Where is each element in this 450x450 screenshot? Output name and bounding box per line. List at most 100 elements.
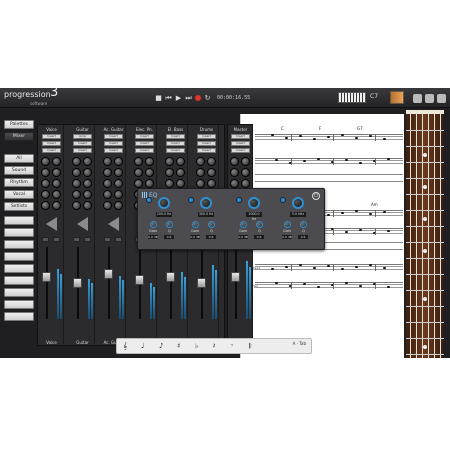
gain-knob[interactable] <box>192 221 199 228</box>
record-button[interactable] <box>195 95 201 101</box>
palette-symbol[interactable]: ♯ <box>177 342 180 350</box>
send-knob[interactable] <box>176 179 185 188</box>
left-panel-slot[interactable] <box>4 264 34 273</box>
left-panel-button[interactable]: Palettes <box>4 120 34 129</box>
mixer-toggle-icon[interactable] <box>413 93 422 103</box>
send-knob[interactable] <box>176 157 185 166</box>
send-knob[interactable] <box>145 157 154 166</box>
power-icon[interactable]: ⏻ <box>312 192 320 200</box>
left-panel-slot[interactable] <box>4 228 34 237</box>
send-knob[interactable] <box>230 179 239 188</box>
q-knob[interactable] <box>300 221 307 228</box>
send-knob[interactable] <box>134 168 143 177</box>
palette-symbol[interactable]: ♩ <box>141 342 144 350</box>
left-panel-button[interactable]: Sound <box>4 166 34 175</box>
send-knob[interactable] <box>207 179 216 188</box>
q-knob[interactable] <box>256 221 263 228</box>
filter-type-icon[interactable] <box>280 197 286 203</box>
guitar-fretboard[interactable] <box>405 110 444 358</box>
insert-slot[interactable]: Insert <box>135 141 154 146</box>
send-knob[interactable] <box>165 168 174 177</box>
left-panel-slot[interactable] <box>4 300 34 309</box>
insert-slot[interactable]: Insert <box>42 134 61 139</box>
rewind-icon[interactable]: ⏮ <box>165 94 172 102</box>
send-knob[interactable] <box>207 157 216 166</box>
send-knob[interactable] <box>103 157 112 166</box>
insert-slot[interactable]: Insert <box>231 134 250 139</box>
send-knob[interactable] <box>72 157 81 166</box>
insert-slot[interactable]: Insert <box>73 148 92 153</box>
insert-slot[interactable]: Insert <box>104 148 123 153</box>
palette-symbol[interactable]: 𝄽 <box>213 342 215 351</box>
send-knob[interactable] <box>72 190 81 199</box>
send-knob[interactable] <box>83 179 92 188</box>
send-knob[interactable] <box>230 157 239 166</box>
frequency-knob[interactable] <box>200 197 212 209</box>
insert-slot[interactable]: Insert <box>231 141 250 146</box>
left-panel-slot[interactable] <box>4 276 34 285</box>
insert-slot[interactable]: Insert <box>135 148 154 153</box>
left-panel-slot[interactable] <box>4 252 34 261</box>
send-knob[interactable] <box>52 190 61 199</box>
send-knob[interactable] <box>196 179 205 188</box>
left-panel-slot[interactable] <box>4 288 34 297</box>
send-knob[interactable] <box>196 168 205 177</box>
insert-slot[interactable]: Insert <box>42 141 61 146</box>
mute-button[interactable] <box>73 237 80 242</box>
left-panel-button[interactable]: Mixer <box>4 132 34 141</box>
send-knob[interactable] <box>41 190 50 199</box>
palette-symbol[interactable]: ♪ <box>159 342 163 350</box>
q-knob[interactable] <box>208 221 215 228</box>
send-knob[interactable] <box>114 168 123 177</box>
send-knob[interactable] <box>114 201 123 210</box>
insert-slot[interactable]: Insert <box>166 134 185 139</box>
solo-button[interactable] <box>115 237 122 242</box>
forward-icon[interactable]: ⏭ <box>185 94 192 102</box>
send-knob[interactable] <box>176 168 185 177</box>
send-knob[interactable] <box>196 157 205 166</box>
send-knob[interactable] <box>207 168 216 177</box>
send-knob[interactable] <box>145 179 154 188</box>
send-knob[interactable] <box>83 201 92 210</box>
volume-fader[interactable] <box>42 271 51 282</box>
keyboard-view-button[interactable] <box>338 92 366 103</box>
mute-button[interactable] <box>42 237 49 242</box>
send-knob[interactable] <box>41 168 50 177</box>
send-knob[interactable] <box>41 179 50 188</box>
send-knob[interactable] <box>241 168 250 177</box>
mute-button[interactable] <box>104 237 111 242</box>
send-knob[interactable] <box>134 179 143 188</box>
q-knob[interactable] <box>166 221 173 228</box>
insert-slot[interactable]: Insert <box>166 148 185 153</box>
send-knob[interactable] <box>114 190 123 199</box>
send-knob[interactable] <box>83 157 92 166</box>
insert-slot[interactable]: Insert <box>135 134 154 139</box>
send-knob[interactable] <box>72 201 81 210</box>
send-knob[interactable] <box>52 157 61 166</box>
gain-knob[interactable] <box>284 221 291 228</box>
frequency-knob[interactable] <box>248 197 260 209</box>
send-knob[interactable] <box>41 157 50 166</box>
palette-symbol[interactable]: 𝄆 <box>249 342 252 351</box>
send-knob[interactable] <box>83 168 92 177</box>
palette-tab-label[interactable]: A · Tab <box>293 341 306 346</box>
send-knob[interactable] <box>114 179 123 188</box>
volume-fader[interactable] <box>166 271 175 282</box>
send-knob[interactable] <box>165 157 174 166</box>
insert-slot[interactable]: Insert <box>104 134 123 139</box>
send-knob[interactable] <box>52 168 61 177</box>
send-knob[interactable] <box>103 201 112 210</box>
palette-symbol[interactable]: 𝄞 <box>123 342 127 351</box>
send-knob[interactable] <box>103 179 112 188</box>
insert-slot[interactable]: Amp Simul. <box>73 134 92 141</box>
volume-fader[interactable] <box>135 274 144 285</box>
pan-icon[interactable] <box>46 217 57 231</box>
fretboard-view-button[interactable] <box>390 91 404 104</box>
send-knob[interactable] <box>114 157 123 166</box>
solo-button[interactable] <box>84 237 91 242</box>
gain-knob[interactable] <box>150 221 157 228</box>
send-knob[interactable] <box>52 201 61 210</box>
settings-icon[interactable] <box>425 93 434 103</box>
insert-slot[interactable]: Insert <box>104 141 123 146</box>
send-knob[interactable] <box>41 201 50 210</box>
